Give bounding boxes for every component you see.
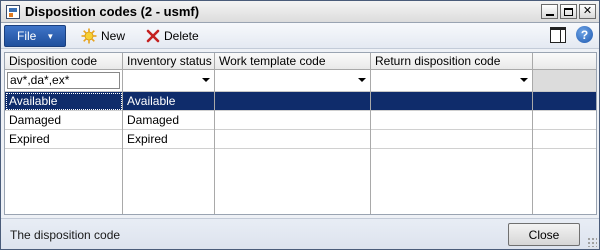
close-window-button[interactable]: ✕ [579, 4, 596, 19]
new-star-icon [81, 28, 97, 44]
close-icon: ✕ [582, 5, 593, 17]
cell-inventory-status[interactable]: Damaged [123, 111, 215, 130]
cell-return-disposition-code[interactable] [371, 130, 533, 149]
cell-disposition-code[interactable]: Available [5, 92, 123, 111]
chevron-down-icon: ▼ [46, 31, 55, 41]
delete-button[interactable]: Delete [146, 26, 199, 46]
help-icon[interactable]: ? [576, 26, 593, 43]
cell-disposition-code[interactable]: Expired [5, 130, 123, 149]
cell-work-template-code[interactable] [215, 92, 371, 111]
column-header-disposition-code[interactable]: Disposition code [5, 53, 123, 70]
dropdown-arrow-icon[interactable] [520, 78, 528, 82]
app-icon [6, 4, 20, 19]
table-row[interactable]: Available Available [5, 92, 596, 111]
grid-header: Disposition code Inventory status Work t… [5, 53, 596, 70]
file-menu-button[interactable]: File ▼ [4, 25, 66, 47]
column-divider [122, 149, 123, 214]
maximize-button[interactable] [560, 4, 577, 19]
delete-label: Delete [164, 29, 199, 43]
minimize-button[interactable] [541, 4, 558, 19]
disposition-codes-window: Disposition codes (2 - usmf) ✕ File ▼ Ne… [0, 0, 600, 250]
filter-cell-inventory-status[interactable] [123, 70, 215, 92]
cell-inventory-status[interactable]: Expired [123, 130, 215, 149]
window-controls: ✕ [541, 4, 596, 19]
new-button[interactable]: New [81, 26, 125, 46]
cell-inventory-status[interactable]: Available [123, 92, 215, 111]
dropdown-arrow-icon[interactable] [202, 78, 210, 82]
new-label: New [101, 29, 126, 43]
toolbar: File ▼ New Delete ? [1, 23, 599, 49]
close-button[interactable]: Close [508, 223, 580, 246]
filter-row: av*,da*,ex* [5, 70, 596, 92]
delete-x-icon [146, 29, 160, 43]
layout-icon[interactable] [550, 26, 566, 43]
cell-return-disposition-code[interactable] [371, 92, 533, 111]
disposition-grid: Disposition code Inventory status Work t… [4, 52, 597, 215]
dropdown-arrow-icon[interactable] [358, 78, 366, 82]
file-label: File [17, 29, 37, 43]
window-title: Disposition codes (2 - usmf) [25, 4, 200, 19]
resize-grip-icon[interactable] [587, 237, 597, 247]
cell-work-template-code[interactable] [215, 111, 371, 130]
column-divider [370, 149, 371, 214]
status-bar: The disposition code Close [1, 218, 599, 249]
column-divider [532, 149, 533, 214]
cell-return-disposition-code[interactable] [371, 111, 533, 130]
column-header-return-disposition-code[interactable]: Return disposition code [371, 53, 533, 70]
table-row[interactable]: Expired Expired [5, 130, 596, 149]
filter-cell-return-disposition-code[interactable] [371, 70, 533, 92]
cell-disposition-code[interactable]: Damaged [5, 111, 123, 130]
toolbar-right-tools: ? [550, 26, 593, 43]
maximize-icon [564, 7, 573, 16]
filter-cell-work-template-code[interactable] [215, 70, 371, 92]
cell-work-template-code[interactable] [215, 130, 371, 149]
minimize-icon [545, 13, 554, 16]
table-row[interactable]: Damaged Damaged [5, 111, 596, 130]
filter-cell-disposition-code: av*,da*,ex* [5, 70, 123, 92]
column-header-inventory-status[interactable]: Inventory status [123, 53, 215, 70]
column-divider [214, 149, 215, 214]
column-header-work-template-code[interactable]: Work template code [215, 53, 371, 70]
field-help-text: The disposition code [10, 228, 121, 242]
title-bar[interactable]: Disposition codes (2 - usmf) ✕ [1, 1, 599, 23]
filter-input-disposition-code[interactable]: av*,da*,ex* [7, 72, 120, 89]
